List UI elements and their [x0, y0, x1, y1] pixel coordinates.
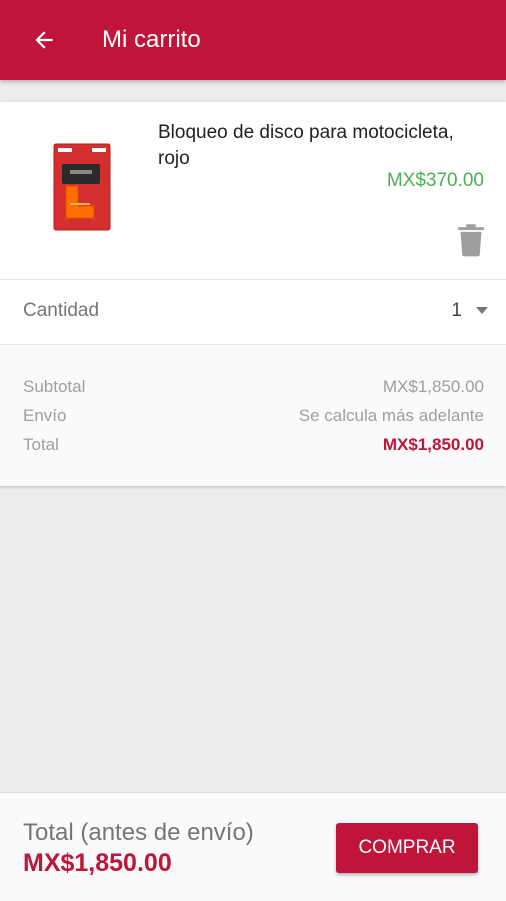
quantity-value: 1	[451, 300, 462, 321]
product-price: MX$370.00	[386, 170, 484, 191]
total-line: Total MX$1,850.00	[23, 435, 484, 459]
quantity-label: Cantidad	[23, 300, 100, 321]
delete-item-button[interactable]	[456, 220, 486, 260]
total-label: Total	[23, 435, 59, 454]
back-button[interactable]	[22, 18, 66, 62]
product-image[interactable]	[48, 140, 114, 232]
total-value: MX$1,850.00	[382, 435, 484, 454]
shipping-label: Envío	[23, 406, 67, 425]
buy-button[interactable]: COMPRAR	[336, 823, 478, 873]
subtotal-value: MX$1,850.00	[382, 377, 484, 396]
page-title: Mi carrito	[102, 26, 201, 53]
subtotal-label: Subtotal	[23, 377, 86, 396]
shipping-value: Se calcula más adelante	[298, 406, 484, 425]
quantity-row: Cantidad 1	[0, 280, 506, 345]
cart-card: Bloqueo de disco para motocicleta, rojo …	[0, 102, 506, 486]
checkout-total-label: Total (antes de envío)	[23, 819, 254, 846]
order-summary: Subtotal MX$1,850.00 Envío Se calcula má…	[0, 345, 506, 486]
subtotal-line: Subtotal MX$1,850.00	[23, 377, 484, 401]
arrow-left-icon	[35, 31, 53, 49]
quantity-select[interactable]: 1	[428, 294, 488, 328]
disc-lock-product-image	[53, 143, 111, 231]
product-name[interactable]: Bloqueo de disco para motocicleta, rojo	[158, 120, 458, 172]
checkout-total-value: MX$1,850.00	[23, 849, 172, 877]
cart-item: Bloqueo de disco para motocicleta, rojo …	[0, 102, 506, 280]
shipping-line: Envío Se calcula más adelante	[23, 406, 484, 430]
chevron-down-icon	[476, 307, 488, 314]
checkout-bar: Total (antes de envío) MX$1,850.00 COMPR…	[0, 792, 506, 901]
trash-icon	[458, 224, 484, 257]
app-bar: Mi carrito	[0, 0, 506, 80]
